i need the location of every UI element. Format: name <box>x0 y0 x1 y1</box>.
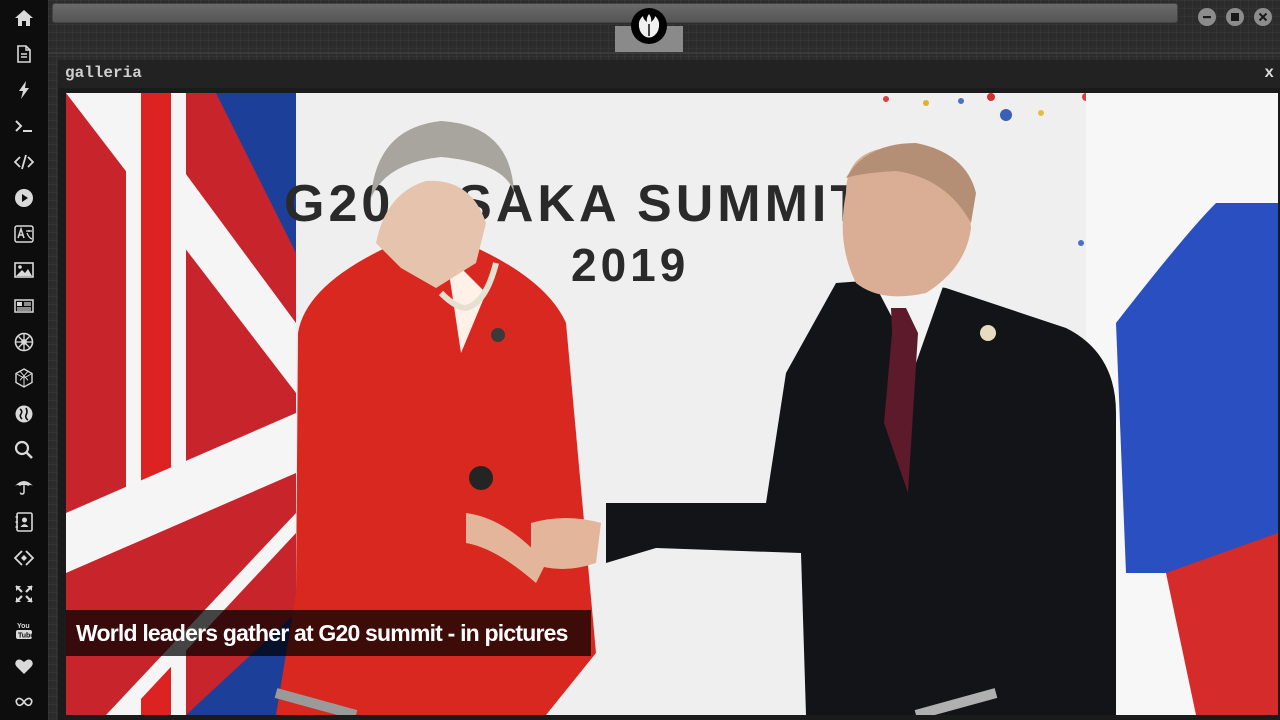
empire-icon <box>14 332 34 352</box>
cube-icon <box>15 368 33 388</box>
sidebar-item-link-code[interactable] <box>0 540 48 576</box>
window-close-button[interactable]: x <box>1264 64 1274 82</box>
document-icon <box>17 45 31 63</box>
play-icon <box>15 189 33 207</box>
sidebar-item-terminal[interactable] <box>0 108 48 144</box>
translate-icon <box>14 225 34 243</box>
sidebar-item-umbrella[interactable] <box>0 468 48 504</box>
sidebar-item-heart[interactable] <box>0 648 48 684</box>
umbrella-icon <box>15 481 33 495</box>
lightning-icon <box>19 81 29 99</box>
photo-caption: World leaders gather at G20 summit - in … <box>66 610 591 656</box>
sidebar-item-search[interactable] <box>0 432 48 468</box>
terminal-icon <box>15 120 32 132</box>
app-sidebar: You Tube <box>0 0 48 720</box>
link-code-icon <box>14 550 34 566</box>
sidebar-item-expand[interactable] <box>0 576 48 612</box>
rebel-alliance-icon[interactable] <box>631 8 667 44</box>
window-titlebar[interactable]: galleria x <box>58 60 1280 88</box>
sidebar-item-contacts[interactable] <box>0 504 48 540</box>
infinity-icon <box>15 697 33 707</box>
banner-line-1: G20 OSAKA SUMMIT <box>284 175 866 233</box>
heart-icon <box>15 659 33 674</box>
banner-line-2: 2019 <box>571 239 689 291</box>
sidebar-item-code[interactable] <box>0 144 48 180</box>
sidebar-item-infinity[interactable] <box>0 684 48 720</box>
minimize-button[interactable] <box>1198 8 1216 26</box>
code-icon <box>14 154 34 170</box>
sidebar-item-home[interactable] <box>0 0 48 36</box>
sidebar-item-empire[interactable] <box>0 324 48 360</box>
search-icon <box>14 440 33 459</box>
globe-icon <box>15 405 33 423</box>
svg-text:Tube: Tube <box>18 633 34 640</box>
sidebar-item-globe[interactable] <box>0 396 48 432</box>
sidebar-item-lightning[interactable] <box>0 72 48 108</box>
sidebar-item-document[interactable] <box>0 36 48 72</box>
maximize-icon <box>1231 13 1239 21</box>
sidebar-item-play[interactable] <box>0 180 48 216</box>
sidebar-item-youtube[interactable]: You Tube <box>0 612 48 648</box>
newspaper-icon <box>14 299 34 313</box>
galleria-window: galleria x G20 OSAKA SUMMIT 2019 World l… <box>58 60 1280 720</box>
address-bar[interactable] <box>52 3 1178 23</box>
close-app-button[interactable] <box>1254 8 1272 26</box>
maximize-button[interactable] <box>1226 8 1244 26</box>
youtube-icon: You Tube <box>16 623 34 640</box>
expand-icon <box>15 585 33 603</box>
minimize-icon <box>1203 16 1211 19</box>
divider <box>48 52 1280 54</box>
contacts-icon <box>15 512 33 532</box>
home-icon <box>15 10 33 26</box>
caption-text: World leaders gather at G20 summit - in … <box>76 619 568 646</box>
close-icon <box>1258 12 1268 22</box>
svg-text:You: You <box>17 623 30 630</box>
rebel-alliance-icon-graphic <box>638 14 660 38</box>
sidebar-item-newspaper[interactable] <box>0 288 48 324</box>
sidebar-item-image[interactable] <box>0 252 48 288</box>
window-title: galleria <box>65 64 142 82</box>
image-icon <box>14 262 34 278</box>
sidebar-item-cube[interactable] <box>0 360 48 396</box>
sidebar-item-translate[interactable] <box>0 216 48 252</box>
